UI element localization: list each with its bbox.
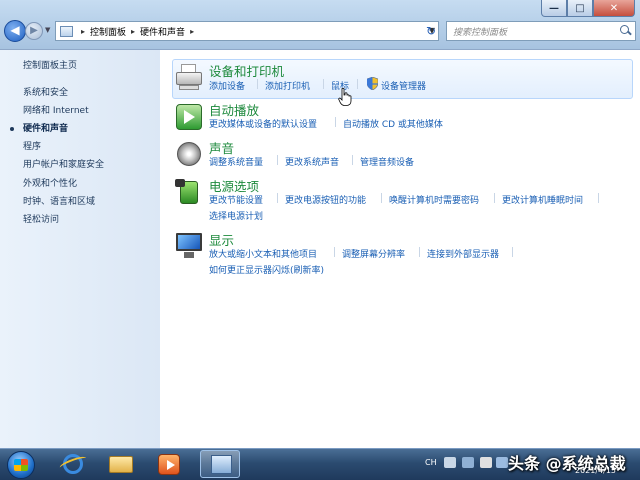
network-icon[interactable] <box>496 457 508 468</box>
nav-hardware-sound[interactable]: 硬件和声音 <box>23 121 68 134</box>
window-controls: — □ ✕ <box>541 0 635 17</box>
forward-button[interactable]: ▶ <box>25 22 43 40</box>
link-separator <box>598 193 599 203</box>
main-content: 设备和打印机 添加设备 添加打印机 鼠标 设备管理器 自动播放 更改媒体或设备的… <box>160 50 640 448</box>
category-devices-printers[interactable]: 设备和打印机 <box>209 61 284 80</box>
keyboard-icon[interactable] <box>444 457 456 468</box>
search-input[interactable]: 搜索控制面板 <box>453 25 617 38</box>
control-panel-icon <box>211 455 232 474</box>
uac-shield-icon <box>367 77 378 90</box>
left-navigation-pane: 控制面板主页 系统和安全 网络和 Internet 硬件和声音 程序 用户帐户和… <box>0 50 160 448</box>
nav-control-panel-home[interactable]: 控制面板主页 <box>23 58 77 71</box>
link-separator <box>512 247 513 257</box>
link-connect-external-display[interactable]: 连接到外部显示器 <box>427 247 499 260</box>
link-separator <box>277 155 278 165</box>
link-adjust-screen-resolution[interactable]: 调整屏幕分辨率 <box>342 247 405 260</box>
power-icon[interactable] <box>174 177 204 207</box>
clock-date[interactable]: 2021/4/15 <box>575 466 616 475</box>
link-separator <box>277 193 278 203</box>
link-separator <box>381 193 382 203</box>
control-panel-icon <box>60 25 73 37</box>
maximize-button[interactable]: □ <box>567 0 593 17</box>
nav-clock-language-region[interactable]: 时钟、语言和区域 <box>23 194 95 207</box>
link-autoplay-cd[interactable]: 自动播放 CD 或其他媒体 <box>343 117 443 130</box>
link-device-manager[interactable]: 设备管理器 <box>381 79 426 92</box>
nav-programs[interactable]: 程序 <box>23 139 41 152</box>
recent-pages-dropdown[interactable]: ▼ <box>45 26 50 34</box>
autoplay-icon[interactable] <box>174 102 204 132</box>
link-add-device[interactable]: 添加设备 <box>209 79 245 92</box>
link-separator <box>494 193 495 203</box>
breadcrumb-separator[interactable]: ▸ <box>131 27 135 36</box>
nav-system-security[interactable]: 系统和安全 <box>23 85 68 98</box>
display-icon[interactable] <box>174 230 204 260</box>
help-icon[interactable] <box>462 457 474 468</box>
minimize-button[interactable]: — <box>541 0 567 17</box>
link-manage-audio-devices[interactable]: 管理音频设备 <box>360 155 414 168</box>
active-bullet-icon <box>10 127 14 131</box>
link-add-printer[interactable]: 添加打印机 <box>265 79 310 92</box>
nav-ease-of-access[interactable]: 轻松访问 <box>23 212 59 225</box>
nav-user-accounts[interactable]: 用户帐户和家庭安全 <box>23 157 104 170</box>
link-change-system-sounds[interactable]: 更改系统声音 <box>285 155 339 168</box>
hand-cursor-icon <box>338 88 352 106</box>
link-separator <box>257 79 258 89</box>
nav-appearance[interactable]: 外观和个性化 <box>23 176 77 189</box>
link-separator <box>352 155 353 165</box>
printer-icon[interactable] <box>174 62 204 92</box>
media-player-icon <box>158 454 180 475</box>
breadcrumb-separator[interactable]: ▸ <box>81 27 85 36</box>
window-title-bar: — □ ✕ ◀ ▶ ▼ ▸ 控制面板 ▸ 硬件和声音 ▸ ▼ ↻ 搜索控制面板 <box>0 0 640 50</box>
language-indicator[interactable]: CH <box>425 458 437 467</box>
link-correct-monitor-flicker[interactable]: 如何更正显示器闪烁(刷新率) <box>209 263 324 276</box>
search-icon[interactable] <box>617 23 633 39</box>
action-center-flag-icon[interactable] <box>480 457 492 468</box>
search-box[interactable]: 搜索控制面板 <box>446 21 636 41</box>
refresh-icon[interactable]: ↻ <box>423 23 439 39</box>
back-button[interactable]: ◀ <box>4 20 26 42</box>
link-change-sleep-time[interactable]: 更改计算机睡眠时间 <box>502 193 583 206</box>
close-button[interactable]: ✕ <box>593 0 635 17</box>
taskbar-media-player[interactable] <box>149 450 189 478</box>
windows-logo-icon <box>14 459 28 471</box>
internet-explorer-icon <box>63 454 83 474</box>
link-separator <box>334 247 335 257</box>
folder-icon <box>109 456 133 473</box>
link-change-power-saving[interactable]: 更改节能设置 <box>209 193 263 206</box>
link-separator <box>419 247 420 257</box>
breadcrumb-separator[interactable]: ▸ <box>190 27 194 36</box>
link-adjust-system-volume[interactable]: 调整系统音量 <box>209 155 263 168</box>
link-choose-power-plan[interactable]: 选择电源计划 <box>209 209 263 222</box>
link-separator <box>357 79 358 89</box>
address-bar[interactable]: ▸ 控制面板 ▸ 硬件和声音 ▸ ▼ <box>55 21 439 41</box>
taskbar-windows-explorer[interactable] <box>101 450 141 478</box>
speaker-icon[interactable] <box>174 139 204 169</box>
breadcrumb-control-panel[interactable]: 控制面板 <box>90 25 126 38</box>
link-separator <box>335 117 336 127</box>
taskbar-control-panel[interactable] <box>200 450 240 478</box>
link-make-text-larger-smaller[interactable]: 放大或缩小文本和其他项目 <box>209 247 317 260</box>
breadcrumb-hardware-sound[interactable]: 硬件和声音 <box>140 25 185 38</box>
link-separator <box>323 79 324 89</box>
system-tray: CH 头条 @系统总裁 2021/4/15 <box>420 448 640 480</box>
link-power-button-function[interactable]: 更改电源按钮的功能 <box>285 193 366 206</box>
link-change-default-media-settings[interactable]: 更改媒体或设备的默认设置 <box>209 117 317 130</box>
link-require-password-on-wake[interactable]: 唤醒计算机时需要密码 <box>389 193 479 206</box>
start-button[interactable] <box>2 451 40 479</box>
taskbar-internet-explorer[interactable] <box>52 450 92 478</box>
nav-network-internet[interactable]: 网络和 Internet <box>23 103 89 116</box>
